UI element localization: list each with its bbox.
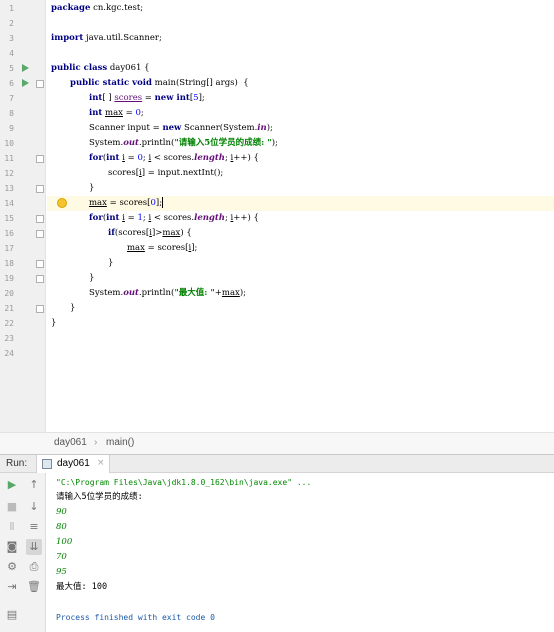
settings-icon[interactable]: ⚙ (4, 559, 20, 575)
code-line: int[ ] scores = new int[5]; (89, 93, 205, 103)
run-tool-header: Run: day061 × (0, 454, 554, 473)
scroll-to-end-icon[interactable]: ⇊ (26, 539, 42, 555)
console-output[interactable]: "C:\Program Files\Java\jdk1.8.0_162\bin\… (47, 473, 554, 632)
code-line: System.out.println("请输入5位学员的成绩: "); (89, 138, 278, 148)
line-number: 5 (9, 64, 14, 73)
line-number: 3 (9, 34, 14, 43)
run-label: Run: (6, 458, 28, 469)
trash-icon[interactable]: 🗑 (26, 579, 42, 595)
down-arrow-icon[interactable]: ↓ (26, 499, 42, 515)
code-line: System.out.println("最大值: "+max); (89, 288, 247, 298)
code-line: public class day061 { (51, 63, 150, 73)
line-number: 8 (9, 109, 14, 118)
fold-icon[interactable] (36, 185, 44, 193)
code-line: Scanner input = new Scanner(System.in); (89, 123, 273, 133)
code-area[interactable]: package cn.kgc.test; import java.util.Sc… (47, 0, 554, 432)
code-line: } (89, 273, 95, 283)
console-input-line: 70 (56, 552, 67, 562)
fold-icon[interactable] (36, 275, 44, 283)
breadcrumb: day061 › main() (0, 432, 554, 454)
stop-icon[interactable]: ■ (4, 499, 20, 515)
fold-icon[interactable] (36, 260, 44, 268)
line-number: 7 (9, 94, 14, 103)
code-line: scores[i] = input.nextInt(); (108, 168, 224, 178)
code-editor[interactable]: 1 2 3 4 5 6 7 8 9 10 11 12 13 14 15 16 1… (0, 0, 554, 432)
code-line: package cn.kgc.test; (51, 3, 144, 13)
line-number: 23 (4, 334, 14, 343)
breadcrumb-separator: › (94, 437, 98, 448)
fold-icon[interactable] (36, 305, 44, 313)
fold-icon[interactable] (36, 215, 44, 223)
line-number: 6 (9, 79, 14, 88)
code-line: max = scores[i]; (127, 243, 198, 253)
rerun-icon[interactable]: ▶ (4, 477, 20, 493)
console-input-line: 100 (56, 537, 73, 547)
soft-wrap-icon[interactable]: ≡ (26, 519, 42, 535)
print-icon[interactable]: ⎙ (26, 559, 42, 575)
breadcrumb-method[interactable]: main() (106, 437, 134, 448)
code-line: for(int i = 1; i < scores.length; i++) { (89, 213, 259, 223)
line-number: 24 (4, 349, 14, 358)
run-main-icon[interactable] (22, 79, 29, 87)
line-number: 15 (4, 214, 14, 223)
close-icon[interactable]: × (97, 458, 105, 468)
run-toolbar: ▶ ↑ ■ ↓ Ⅱ ≡ ◙ ⇊ ⚙ ⎙ ⇥ 🗑 ▤ (0, 473, 46, 632)
code-line: } (51, 318, 57, 328)
code-line: for(int i = 0; i < scores.length; i++) { (89, 153, 259, 163)
fold-icon[interactable] (36, 230, 44, 238)
line-number: 16 (4, 229, 14, 238)
line-number: 20 (4, 289, 14, 298)
console-icon (42, 459, 52, 469)
camera-icon[interactable]: ◙ (4, 539, 20, 555)
layout-icon[interactable]: ▤ (4, 607, 20, 623)
console-command: "C:\Program Files\Java\jdk1.8.0_162\bin\… (56, 478, 312, 487)
fold-icon[interactable] (36, 155, 44, 163)
exit-icon[interactable]: ⇥ (4, 579, 20, 595)
line-number: 18 (4, 259, 14, 268)
code-line: public static void main(String[] args) { (70, 78, 249, 88)
code-line: } (70, 303, 76, 313)
console-result: 最大值: 100 (56, 582, 108, 592)
console-exit-message: Process finished with exit code 0 (56, 613, 215, 622)
console-input-line: 90 (56, 507, 67, 517)
pause-icon[interactable]: Ⅱ (4, 519, 20, 535)
line-number: 14 (4, 199, 14, 208)
line-number: 12 (4, 169, 14, 178)
line-number: 10 (4, 139, 14, 148)
code-line: max = scores[0]; (89, 197, 164, 208)
line-number: 11 (4, 154, 14, 163)
code-line: import java.util.Scanner; (51, 33, 162, 43)
fold-icon[interactable] (36, 80, 44, 88)
run-class-icon[interactable] (22, 64, 29, 72)
editor-gutter: 1 2 3 4 5 6 7 8 9 10 11 12 13 14 15 16 1… (0, 0, 46, 432)
run-tab-day061[interactable]: day061 × (36, 455, 110, 473)
line-number: 21 (4, 304, 14, 313)
line-number: 13 (4, 184, 14, 193)
up-arrow-icon[interactable]: ↑ (26, 477, 42, 493)
line-number: 22 (4, 319, 14, 328)
code-line: } (108, 258, 114, 268)
console-input-line: 80 (56, 522, 67, 532)
line-number: 9 (9, 124, 14, 133)
breadcrumb-class[interactable]: day061 (54, 437, 87, 448)
line-number: 17 (4, 244, 14, 253)
code-line: int max = 0; (89, 108, 144, 118)
console-prompt: 请输入5位学员的成绩: (56, 492, 143, 502)
line-number: 4 (9, 49, 14, 58)
line-number: 2 (9, 19, 14, 28)
console-input-line: 95 (56, 567, 67, 577)
code-line: } (89, 183, 95, 193)
code-line: if(scores[i]>max) { (108, 228, 192, 238)
line-number: 19 (4, 274, 14, 283)
run-tab-label: day061 (57, 458, 90, 469)
text-caret (162, 197, 164, 208)
line-number: 1 (9, 4, 14, 13)
